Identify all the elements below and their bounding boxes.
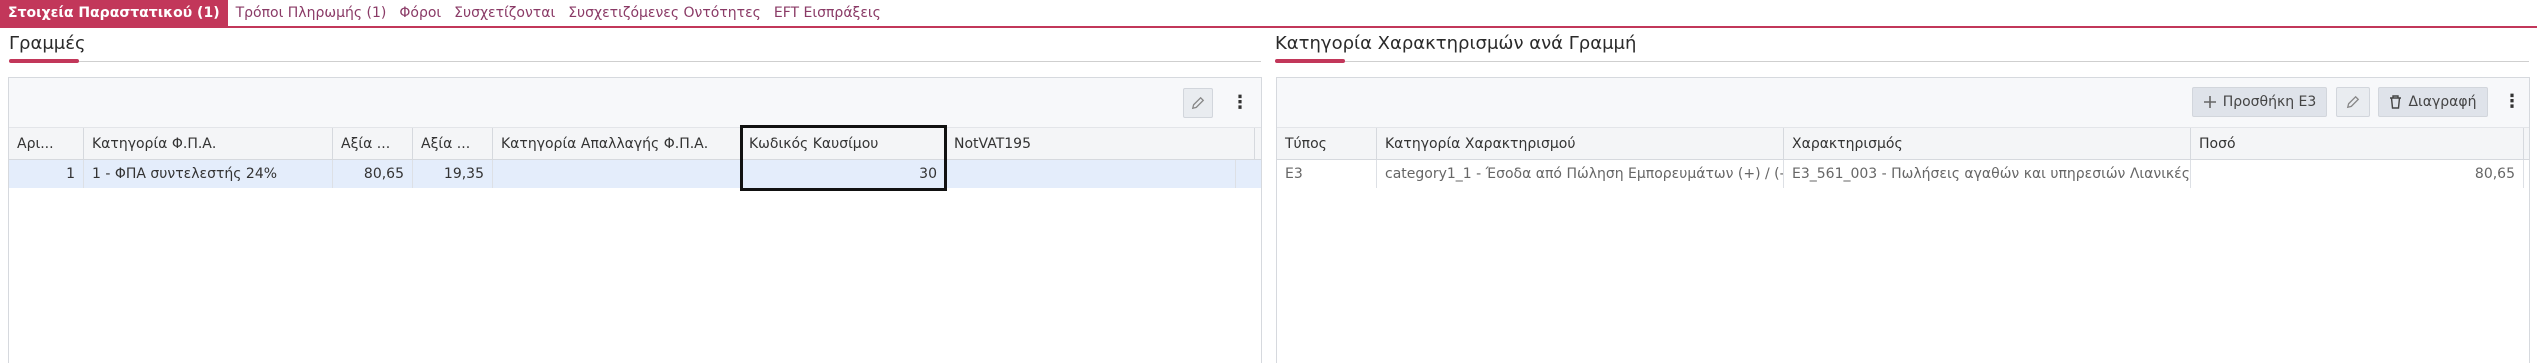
delete-label: Διαγραφή	[2408, 94, 2477, 110]
characterizations-menu-button[interactable]: ⋮	[2502, 87, 2522, 117]
pencil-icon	[2346, 95, 2360, 109]
lines-section-rule	[9, 61, 1261, 62]
col-vat-category[interactable]: Κατηγορία Φ.Π.Α.	[84, 128, 333, 160]
lines-section-title: Γραμμές	[9, 33, 86, 54]
col-notvat195[interactable]: NotVAT195	[946, 128, 1255, 160]
col-characterization-category[interactable]: Κατηγορία Χαρακτηρισμού	[1377, 128, 1784, 160]
col-type[interactable]: Τύπος	[1277, 128, 1377, 160]
cell-characterization-category: category1_1 - Έσοδα από Πώληση Εμπορευμά…	[1377, 160, 1784, 188]
tab-related-entities[interactable]: Συσχετιζόμενες Οντότητες	[560, 0, 766, 26]
lines-section-accent	[9, 59, 79, 63]
cell-vat-exemption	[493, 160, 741, 188]
lines-grid-panel: ⋮ Αρι... Κατηγορία Φ.Π.Α. Αξία ... Αξία …	[8, 77, 1262, 363]
col-characterization[interactable]: Χαρακτηρισμός	[1784, 128, 2191, 160]
col-amount[interactable]: Ποσό	[2191, 128, 2524, 160]
table-row[interactable]: E3 category1_1 - Έσοδα από Πώληση Εμπορε…	[1277, 160, 2529, 188]
lines-menu-button[interactable]: ⋮	[1230, 88, 1250, 118]
cell-notvat195	[946, 160, 1236, 188]
cell-characterization: E3_561_003 - Πωλήσεις αγαθών και υπηρεσι…	[1784, 160, 2191, 188]
lines-grid-header: Αρι... Κατηγορία Φ.Π.Α. Αξία ... Αξία ..…	[9, 128, 1261, 160]
more-vertical-icon: ⋮	[2503, 91, 2521, 112]
tab-bar: Στοιχεία Παραστατικού (1) Τρόποι Πληρωμή…	[0, 0, 2537, 28]
characterizations-section-rule	[1275, 61, 2529, 62]
edit-line-button[interactable]	[1183, 88, 1213, 118]
cell-type: E3	[1277, 160, 1377, 188]
cell-number: 1	[9, 160, 84, 188]
trash-icon	[2389, 95, 2402, 109]
col-number[interactable]: Αρι...	[9, 128, 84, 160]
add-e3-button[interactable]: Προσθήκη Ε3	[2192, 87, 2327, 117]
cell-vat-category: 1 - ΦΠΑ συντελεστής 24%	[84, 160, 333, 188]
characterizations-grid-panel: Προσθήκη Ε3 Διαγραφή ⋮ Τύπος Κατηγορία Χ…	[1276, 77, 2530, 363]
col-vat-exemption[interactable]: Κατηγορία Απαλλαγής Φ.Π.Α.	[493, 128, 741, 160]
lines-toolbar: ⋮	[9, 78, 1261, 128]
tab-taxes[interactable]: Φόροι	[391, 0, 446, 26]
characterizations-section-accent	[1275, 59, 1345, 63]
edit-characterization-button[interactable]	[2336, 87, 2370, 117]
tab-eft-receipts[interactable]: EFT Εισπράξεις	[766, 0, 886, 26]
tab-payment-methods[interactable]: Τρόποι Πληρωμής (1)	[228, 0, 392, 26]
cell-vat-value: 19,35	[413, 160, 493, 188]
add-e3-label: Προσθήκη Ε3	[2222, 94, 2317, 110]
tab-related[interactable]: Συσχετίζονται	[446, 0, 560, 26]
pencil-icon	[1191, 96, 1205, 110]
table-row[interactable]: 1 1 - ΦΠΑ συντελεστής 24% 80,65 19,35 30	[9, 160, 1261, 188]
characterizations-grid-header: Τύπος Κατηγορία Χαρακτηρισμού Χαρακτηρισ…	[1277, 128, 2529, 160]
col-vat-value[interactable]: Αξία ...	[413, 128, 493, 160]
plus-icon	[2203, 95, 2217, 109]
more-vertical-icon: ⋮	[1231, 92, 1249, 113]
cell-amount: 80,65	[2191, 160, 2524, 188]
focus-highlight-frame	[740, 125, 947, 191]
cell-net-value: 80,65	[333, 160, 413, 188]
delete-button[interactable]: Διαγραφή	[2378, 87, 2488, 117]
characterizations-section-title: Κατηγορία Χαρακτηρισμών ανά Γραμμή	[1275, 33, 1637, 54]
characterizations-toolbar: Προσθήκη Ε3 Διαγραφή ⋮	[1277, 78, 2529, 128]
col-net-value[interactable]: Αξία ...	[333, 128, 413, 160]
tab-document-details[interactable]: Στοιχεία Παραστατικού (1)	[0, 0, 228, 26]
